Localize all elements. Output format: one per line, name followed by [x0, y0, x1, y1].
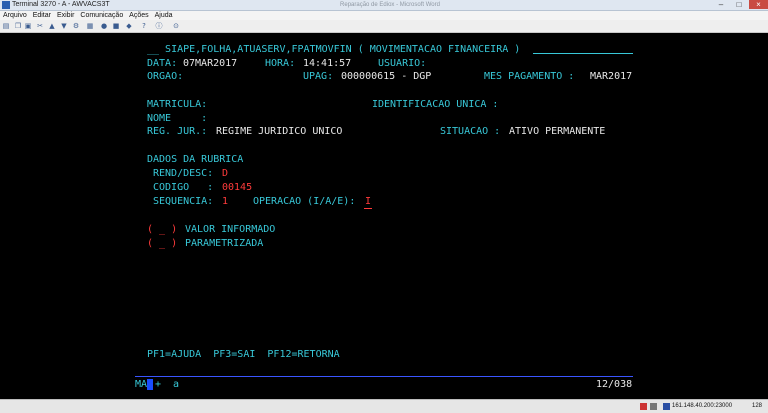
reg-label: REG. JUR.:	[147, 126, 208, 137]
usuario-label: USUARIO:	[378, 58, 427, 69]
session-number: 128	[752, 403, 763, 409]
send-icon[interactable]: ▲	[48, 22, 56, 30]
print-icon[interactable]: ▤	[2, 22, 10, 30]
parametrizada-label: PARAMETRIZADA	[185, 238, 264, 249]
matricula-label: MATRICULA:	[147, 99, 208, 110]
operacao-field-underline	[364, 208, 372, 209]
menu-exibir[interactable]: Exibir	[57, 12, 75, 19]
stop-icon[interactable]: ■	[112, 22, 120, 30]
receive-icon[interactable]: ▼	[60, 22, 68, 30]
window-center-title: Reparação de Ediox - Microsoft Word	[340, 2, 440, 8]
screen-header: __ SIAPE,FOLHA,ATUASERV,FPATMOVFIN ( MOV…	[147, 44, 521, 55]
info-icon[interactable]: ⓘ	[155, 22, 163, 30]
hora-value: 14:41:57	[303, 58, 352, 69]
status-mode-indicator: MA	[135, 379, 148, 390]
settings-icon[interactable]: ⚙	[72, 22, 80, 30]
rend-field[interactable]: D	[222, 168, 228, 180]
connection-icon	[663, 403, 670, 410]
map-icon[interactable]: ▦	[86, 22, 94, 30]
data-value: 07MAR2017	[183, 58, 238, 69]
cursor-position: 12/038	[596, 379, 633, 390]
menu-ajuda[interactable]: Ajuda	[155, 12, 173, 19]
menu-arquivo[interactable]: Arquivo	[3, 12, 27, 19]
ident-label: IDENTIFICACAO UNICA :	[372, 99, 499, 110]
menu-acoes[interactable]: Ações	[129, 12, 148, 19]
copy-icon[interactable]: ❐	[14, 22, 22, 30]
help-icon[interactable]: ?	[140, 22, 148, 30]
status-plus-indicator: +	[155, 379, 162, 390]
situacao-label: SITUACAO :	[440, 126, 501, 137]
status-a-indicator: a	[173, 379, 180, 390]
orgao-label: ORGAO:	[147, 71, 184, 82]
sequencia-label: SEQUENCIA:	[153, 196, 214, 207]
paste-icon[interactable]: ▣	[24, 22, 32, 30]
terminal-screen[interactable]: __ SIAPE,FOLHA,ATUASERV,FPATMOVFIN ( MOV…	[0, 33, 768, 399]
operacao-field[interactable]: I	[365, 196, 371, 208]
upag-label: UPAG:	[303, 71, 334, 82]
color-icon[interactable]: ◆	[125, 22, 133, 30]
menu-editar[interactable]: Editar	[33, 12, 51, 19]
menu-bar: Arquivo Editar Exibir Comunicação Ações …	[0, 11, 768, 20]
parametrizada-checkbox[interactable]: ( _ )	[147, 238, 177, 250]
pf-keys-legend: PF1=AJUDA PF3=SAI PF12=RETORNA	[147, 349, 340, 360]
codigo-label: CODIGO :	[153, 182, 214, 193]
maximize-button[interactable]: □	[730, 0, 748, 9]
header-underline	[533, 53, 633, 54]
reg-value: REGIME JURIDICO UNICO	[216, 126, 343, 137]
data-label: DATA:	[147, 58, 178, 69]
valor-informado-label: VALOR INFORMADO	[185, 224, 276, 235]
host-address: 161.148.40.200:23000	[672, 403, 733, 409]
dados-rubrica-label: DADOS DA RUBRICA	[147, 154, 244, 165]
terminal-app-icon	[2, 1, 10, 9]
mes-value: MAR2017	[590, 71, 633, 82]
lock-icon	[640, 403, 647, 410]
operacao-label: OPERACAO (I/A/E):	[253, 196, 356, 207]
text-cursor	[147, 379, 153, 390]
keyboard-icon	[650, 403, 657, 410]
close-button[interactable]: ×	[749, 0, 768, 9]
operator-info-area-line	[135, 376, 633, 377]
toolbar: ▤ ❐ ▣ ✂ ▲ ▼ ⚙ ▦ ● ■ ◆ ? ⓘ ⊙	[0, 20, 768, 33]
codigo-field[interactable]: 00145	[222, 182, 252, 194]
window-title: Terminal 3270 - A - AWVACS3T	[12, 1, 110, 8]
nome-label: NOME :	[147, 113, 208, 124]
cut-icon[interactable]: ✂	[36, 22, 44, 30]
mes-label: MES PAGAMENTO :	[484, 71, 575, 82]
about-icon[interactable]: ⊙	[172, 22, 180, 30]
sequencia-field[interactable]: 1	[222, 196, 228, 208]
minimize-button[interactable]: –	[712, 0, 730, 9]
situacao-value: ATIVO PERMANENTE	[509, 126, 606, 137]
window-titlebar: Terminal 3270 - A - AWVACS3T Reparação d…	[0, 0, 768, 11]
valor-informado-checkbox[interactable]: ( _ )	[147, 224, 177, 236]
rend-label: REND/DESC:	[153, 168, 214, 179]
menu-comunicacao[interactable]: Comunicação	[80, 12, 123, 19]
status-bar: 161.148.40.200:23000 128	[0, 399, 768, 413]
hora-label: HORA:	[265, 58, 296, 69]
record-icon[interactable]: ●	[100, 22, 108, 30]
upag-value: 000000615 - DGP	[341, 71, 432, 82]
